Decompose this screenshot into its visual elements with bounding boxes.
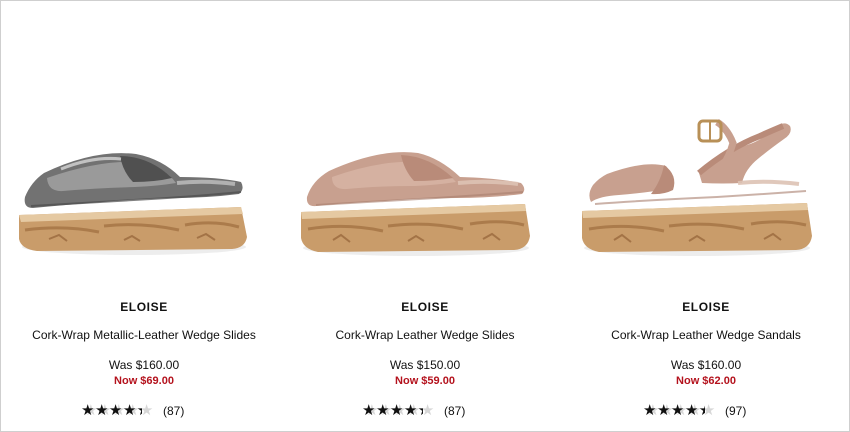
product-listing: ELOISE Cork-Wrap Metallic-Leather Wedge …	[0, 0, 850, 432]
product-brand-1[interactable]: ELOISE	[9, 300, 279, 314]
rating-stars-filled-icon-3: ★★★★★	[643, 404, 705, 418]
product-name-1[interactable]: Cork-Wrap Metallic-Leather Wedge Slides	[9, 328, 279, 342]
rating-count-3: (97)	[725, 404, 747, 418]
rating-stars-3: ★★★★★ ★★★★★	[643, 404, 719, 418]
rating-stars-filled-icon-1: ★★★★★	[81, 404, 142, 418]
product-card-2[interactable]: ELOISE Cork-Wrap Leather Wedge Slides Wa…	[290, 1, 560, 431]
rating-stars-filled-icon-2: ★★★★★	[362, 404, 423, 418]
shoe-image-leather-sandal	[582, 118, 812, 256]
rating-count-1: (87)	[163, 404, 185, 418]
sale-price-3: Now $62.00	[676, 375, 736, 387]
product-brand-3[interactable]: ELOISE	[571, 300, 841, 314]
product-image-3[interactable]	[571, 1, 841, 291]
product-name-3[interactable]: Cork-Wrap Leather Wedge Sandals	[571, 328, 841, 342]
product-image-2[interactable]	[290, 1, 560, 291]
original-price-1: Was $160.00	[108, 358, 180, 372]
shoe-image-leather-slide	[301, 152, 530, 256]
original-price-3: Was $160.00	[670, 358, 742, 372]
rating-stars-2: ★★★★★ ★★★★★	[362, 404, 438, 418]
product-name-2[interactable]: Cork-Wrap Leather Wedge Slides	[290, 328, 560, 342]
product-image-1[interactable]	[9, 1, 279, 291]
product-brand-2[interactable]: ELOISE	[290, 300, 560, 314]
rating-stars-1: ★★★★★ ★★★★★	[81, 404, 157, 418]
rating-2[interactable]: ★★★★★ ★★★★★ (87)	[362, 403, 492, 419]
rating-3[interactable]: ★★★★★ ★★★★★ (97)	[643, 403, 773, 419]
product-grid: ELOISE Cork-Wrap Metallic-Leather Wedge …	[1, 1, 849, 431]
shoe-image-metallic-slide	[19, 153, 247, 255]
product-card-1[interactable]: ELOISE Cork-Wrap Metallic-Leather Wedge …	[9, 1, 279, 431]
rating-1[interactable]: ★★★★★ ★★★★★ (87)	[81, 403, 211, 419]
sale-price-2: Now $59.00	[395, 375, 455, 387]
product-card-3[interactable]: ELOISE Cork-Wrap Leather Wedge Sandals W…	[571, 1, 841, 431]
original-price-2: Was $150.00	[389, 358, 461, 372]
rating-count-2: (87)	[444, 404, 466, 418]
sale-price-1: Now $69.00	[114, 375, 174, 387]
